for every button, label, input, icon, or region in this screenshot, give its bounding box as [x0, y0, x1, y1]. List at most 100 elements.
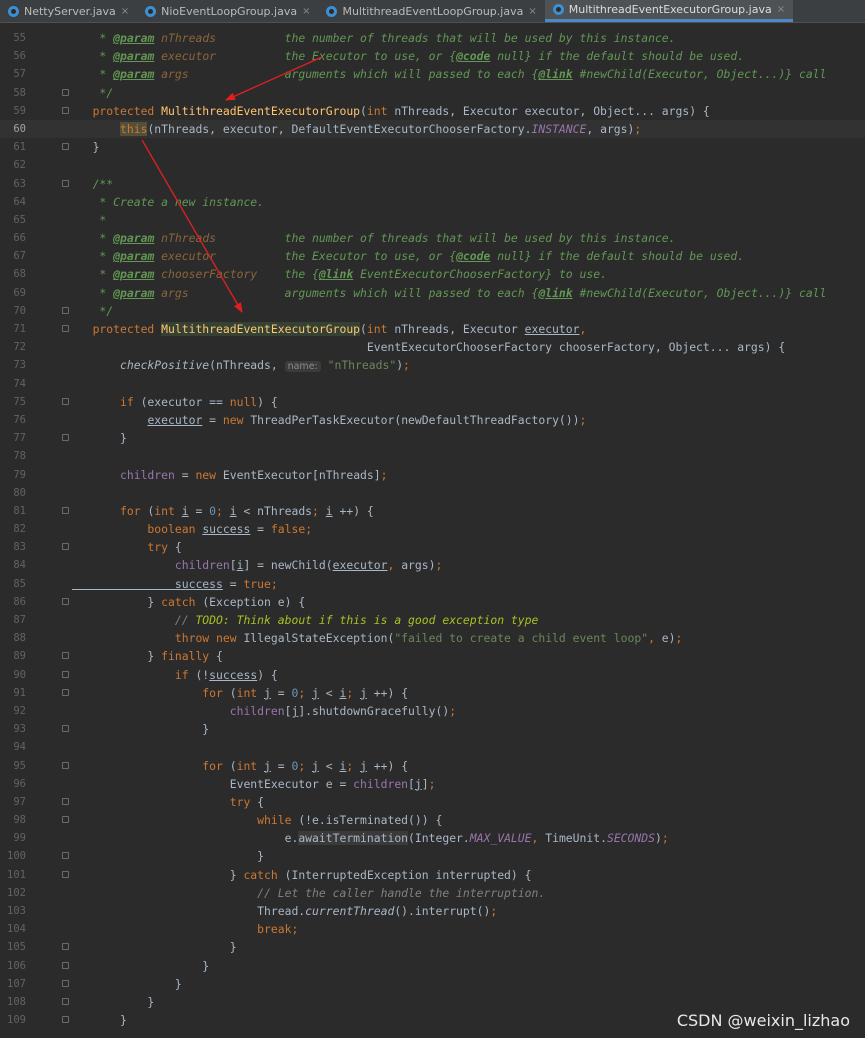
fold-marker-icon[interactable]	[62, 688, 69, 696]
fold-marker-icon[interactable]	[62, 870, 69, 878]
code-line[interactable]: 99 e.awaitTermination(Integer.MAX_VALUE,…	[0, 829, 865, 847]
fold-marker-icon[interactable]	[62, 143, 69, 151]
fold-marker-icon[interactable]	[62, 106, 69, 114]
code-line[interactable]: 75 if (executor == null) {	[0, 393, 865, 411]
fold-marker-icon[interactable]	[62, 1016, 69, 1024]
code-line[interactable]: 101 } catch (InterruptedException interr…	[0, 866, 865, 884]
code-line[interactable]: 71 protected MultithreadEventExecutorGro…	[0, 320, 865, 338]
code-line[interactable]: 58 */	[0, 84, 865, 102]
editor-tab[interactable]: NioEventLoopGroup.java ×	[137, 0, 318, 22]
code-line[interactable]: 86 } catch (Exception e) {	[0, 593, 865, 611]
code-line[interactable]: 81 for (int i = 0; i < nThreads; i ++) {	[0, 502, 865, 520]
fold-marker-icon[interactable]	[62, 179, 69, 187]
code-line[interactable]: 83 try {	[0, 538, 865, 556]
code-line[interactable]: 98 while (!e.isTerminated()) {	[0, 811, 865, 829]
fold-marker-icon[interactable]	[62, 88, 69, 96]
close-icon[interactable]: ×	[528, 6, 536, 17]
code-line[interactable]: 80	[0, 484, 865, 502]
code-line[interactable]: 106 }	[0, 957, 865, 975]
fold-marker-icon[interactable]	[62, 543, 69, 551]
code-line[interactable]: 60 this(nThreads, executor, DefaultEvent…	[0, 119, 865, 139]
close-icon[interactable]: ×	[302, 6, 310, 17]
code-token: @param	[113, 49, 155, 64]
code-line[interactable]: 68 * @param chooserFactory the {@link Ev…	[0, 265, 865, 283]
code-line[interactable]: 67 * @param executor the Executor to use…	[0, 247, 865, 265]
fold-marker-icon[interactable]	[62, 597, 69, 605]
code-line[interactable]: 66 * @param nThreads the number of threa…	[0, 229, 865, 247]
fold-marker-icon[interactable]	[62, 979, 69, 987]
fold-marker-icon[interactable]	[62, 797, 69, 805]
fold-marker-icon[interactable]	[62, 325, 69, 332]
fold-marker-icon[interactable]	[62, 652, 69, 660]
code-line[interactable]: 88 throw new IllegalStateException("fail…	[0, 629, 865, 647]
code-token: }	[72, 649, 162, 664]
line-number: 73	[13, 359, 26, 372]
code-line[interactable]: 55 * @param nThreads the number of threa…	[0, 29, 865, 47]
code-line[interactable]: 102 // Let the caller handle the interru…	[0, 884, 865, 902]
fold-marker-icon[interactable]	[62, 997, 69, 1005]
code-token: )	[654, 831, 662, 846]
code-line[interactable]: 107 }	[0, 975, 865, 993]
code-line[interactable]: 64 * Create a new instance.	[0, 193, 865, 211]
code-line[interactable]: 82 boolean success = false;	[0, 520, 865, 538]
code-line[interactable]: 93 }	[0, 720, 865, 738]
code-line[interactable]: 95 for (int j = 0; j < i; j ++) {	[0, 757, 865, 775]
line-number: 57	[13, 68, 26, 81]
code-token: (Exception e) {	[202, 594, 306, 609]
fold-marker-icon[interactable]	[62, 306, 69, 314]
code-line[interactable]: 97 try {	[0, 793, 865, 811]
fold-marker-icon[interactable]	[62, 725, 69, 733]
code-line[interactable]: 59 protected MultithreadEventExecutorGro…	[0, 102, 865, 120]
code-line[interactable]: 65 *	[0, 211, 865, 229]
code-editor[interactable]: 55 * @param nThreads the number of threa…	[0, 29, 865, 1029]
fold-marker-icon[interactable]	[62, 670, 69, 678]
code-line[interactable]: 76 executor = new ThreadPerTaskExecutor(…	[0, 411, 865, 429]
code-line[interactable]: 77 }	[0, 429, 865, 447]
code-line[interactable]: 108 }	[0, 993, 865, 1011]
code-line[interactable]: 74	[0, 375, 865, 393]
code-line[interactable]: 105 }	[0, 938, 865, 956]
editor-tab[interactable]: NettyServer.java ×	[0, 0, 137, 22]
code-line[interactable]: 84 children[i] = newChild(executor, args…	[0, 556, 865, 574]
code-line[interactable]: 72 EventExecutorChooserFactory chooserFa…	[0, 338, 865, 356]
code-line[interactable]: 57 * @param args arguments which will pa…	[0, 65, 865, 83]
code-text: try {	[72, 793, 264, 811]
code-line[interactable]: 90 if (!success) {	[0, 666, 865, 684]
fold-marker-icon[interactable]	[62, 943, 69, 951]
code-token: currentThread	[305, 904, 395, 918]
code-token: try	[72, 540, 175, 555]
code-line[interactable]: 79 children = new EventExecutor[nThreads…	[0, 466, 865, 484]
code-line[interactable]: 92 children[j].shutdownGracefully();	[0, 702, 865, 720]
code-line[interactable]: 73 checkPositive(nThreads, name: "nThrea…	[0, 356, 865, 374]
fold-marker-icon[interactable]	[62, 506, 69, 514]
fold-marker-icon[interactable]	[62, 961, 69, 969]
close-icon[interactable]: ×	[121, 6, 129, 17]
code-line[interactable]: 56 * @param executor the Executor to use…	[0, 47, 865, 65]
code-line[interactable]: 100 }	[0, 847, 865, 865]
code-text: EventExecutorChooserFactory chooserFacto…	[72, 338, 785, 356]
code-line[interactable]: 62	[0, 156, 865, 174]
code-line[interactable]: 91 for (int j = 0; j < i; j ++) {	[0, 684, 865, 702]
code-line[interactable]: 94	[0, 738, 865, 756]
code-token: this	[120, 121, 148, 136]
editor-tab[interactable]: MultithreadEventLoopGroup.java ×	[318, 0, 544, 22]
editor-tab[interactable]: MultithreadEventExecutorGroup.java ×	[544, 0, 794, 22]
code-token: =	[270, 758, 292, 773]
fold-marker-icon[interactable]	[62, 852, 69, 860]
code-line[interactable]: 96 EventExecutor e = children[j];	[0, 775, 865, 793]
fold-marker-icon[interactable]	[62, 761, 69, 769]
code-line[interactable]: 61 }	[0, 138, 865, 156]
code-line[interactable]: 103 Thread.currentThread().interrupt();	[0, 902, 865, 920]
code-line[interactable]: 70 */	[0, 302, 865, 320]
code-line[interactable]: 78	[0, 447, 865, 465]
fold-marker-icon[interactable]	[62, 397, 69, 405]
fold-marker-icon[interactable]	[62, 816, 69, 824]
code-line[interactable]: 85 success = true;	[0, 575, 865, 593]
code-line[interactable]: 104 break;	[0, 920, 865, 938]
close-icon[interactable]: ×	[777, 4, 785, 15]
code-line[interactable]: 87 // TODO: Think about if this is a goo…	[0, 611, 865, 629]
code-line[interactable]: 69 * @param args arguments which will pa…	[0, 284, 865, 302]
fold-marker-icon[interactable]	[62, 434, 69, 442]
code-line[interactable]: 63 /**	[0, 175, 865, 193]
code-line[interactable]: 89 } finally {	[0, 647, 865, 665]
